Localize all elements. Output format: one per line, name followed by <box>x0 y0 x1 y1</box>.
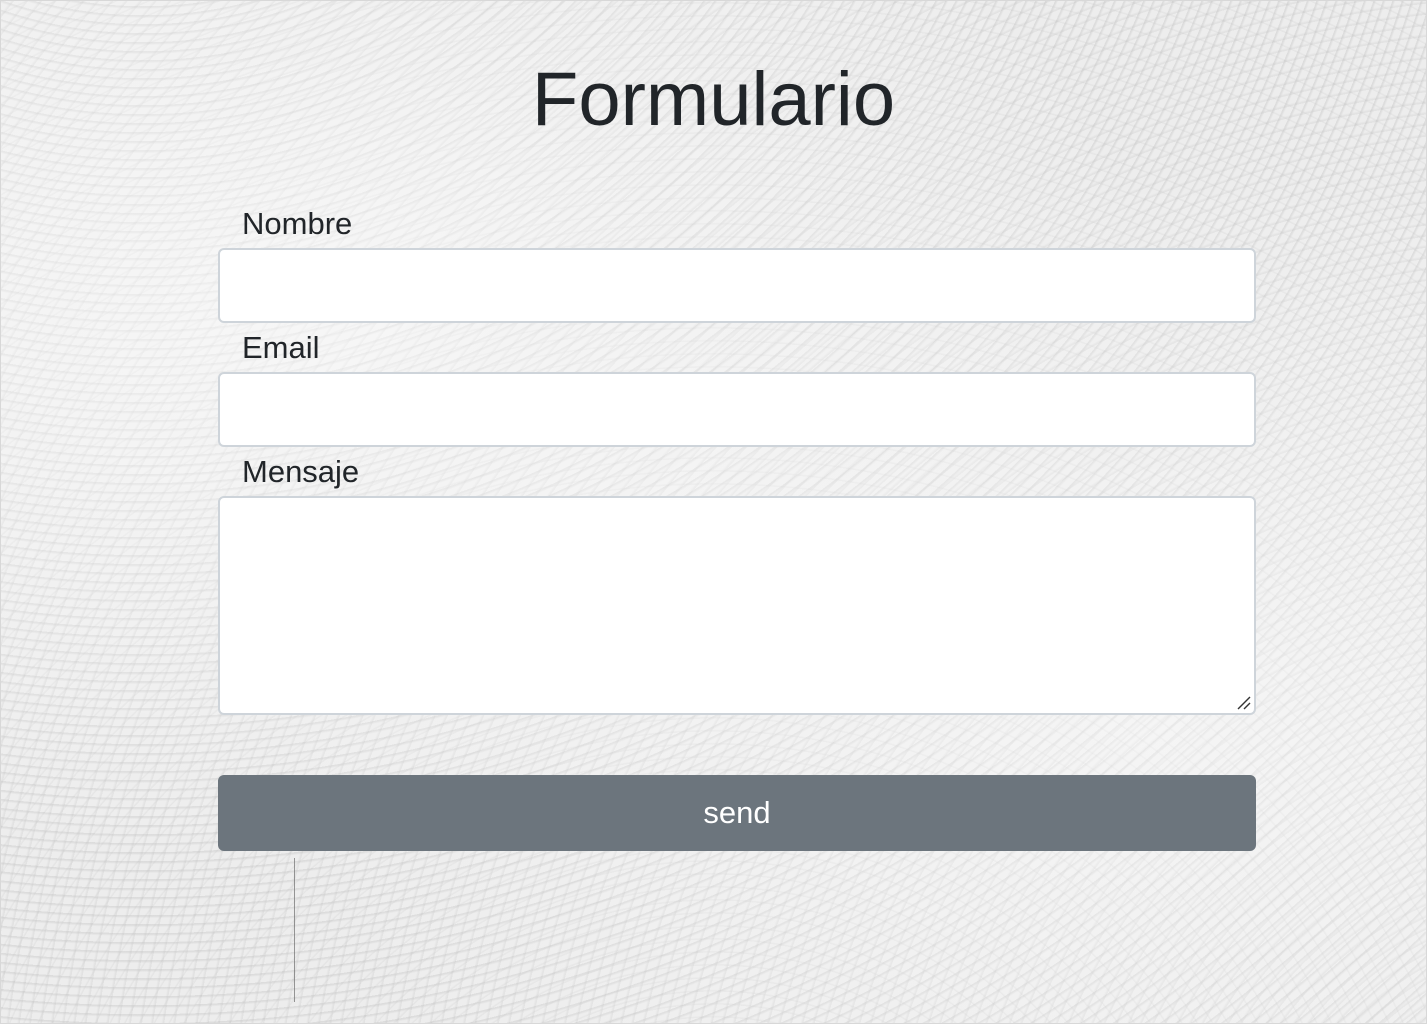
page-title: Formulario <box>531 57 896 142</box>
send-button[interactable]: send <box>218 775 1256 851</box>
email-input[interactable] <box>218 372 1256 447</box>
mensaje-label: Mensaje <box>242 454 360 489</box>
nombre-label: Nombre <box>242 206 353 241</box>
email-label: Email <box>242 330 320 365</box>
background-crack <box>294 858 295 1002</box>
nombre-input[interactable] <box>218 248 1256 323</box>
mensaje-textarea[interactable] <box>218 496 1256 715</box>
resize-grip-icon[interactable] <box>1236 695 1252 711</box>
